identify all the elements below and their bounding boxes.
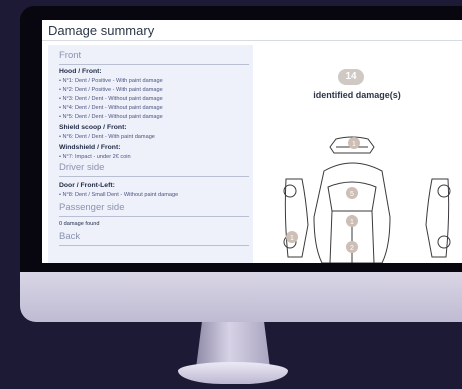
damage-item: • N°4: Dent / Dent - Without paint damag… [59,105,163,111]
monitor-chin [20,272,462,322]
group-heading: Door / Front-Left: [59,182,115,189]
title-divider [42,40,462,41]
damage-count-badge: 14 [338,69,364,85]
group-heading: Shield scoop / Front: [59,124,127,131]
damage-item: • N°7: Impact - under 2€ coin [59,154,131,160]
damage-markers: 1 5 1 1 2 [286,137,360,253]
damage-item: • N°5: Dent / Dent - Without paint damag… [59,114,163,120]
damage-count-label: identified damage(s) [313,90,401,100]
damage-list-panel: Front Hood / Front: • N°1: Dent / Positi… [48,45,253,263]
marker-label: 1 [350,219,354,226]
car-left-side-view [284,178,309,258]
marker-label: 1 [352,141,356,148]
damage-item: • N°1: Dent / Positive - With paint dama… [59,78,163,84]
car-diagram: 1 5 1 1 2 [283,136,451,263]
section-driver-side[interactable]: Driver side [59,162,104,173]
monitor-base [178,362,288,384]
section-divider [59,245,249,246]
empty-note: 0 damage found [59,221,100,227]
section-divider [59,176,249,177]
marker-label: 5 [350,191,354,198]
section-passenger-side[interactable]: Passenger side [59,202,124,213]
damage-item: • N°2: Dent / Positive - With paint dama… [59,87,163,93]
damage-item: • N°6: Dent / Dent - With paint damage [59,134,155,140]
marker-label: 2 [350,245,354,252]
screen: Damage summary Front Hood / Front: • N°1… [42,20,462,263]
section-divider [59,64,249,65]
car-right-side-view [425,178,450,258]
damage-item: • N°3: Dent / Dent - Without paint damag… [59,96,163,102]
section-back[interactable]: Back [59,231,80,242]
marker-label: 1 [290,235,294,242]
page-title: Damage summary [48,23,155,38]
section-front[interactable]: Front [59,50,81,61]
section-divider [59,216,249,217]
group-heading: Windshield / Front: [59,144,121,151]
damage-overview: 14 identified damage(s) 1 5 1 1 2 [272,45,462,263]
damage-item: • N°8: Dent / Small Dent - Without paint… [59,192,179,198]
group-heading: Hood / Front: [59,68,102,75]
